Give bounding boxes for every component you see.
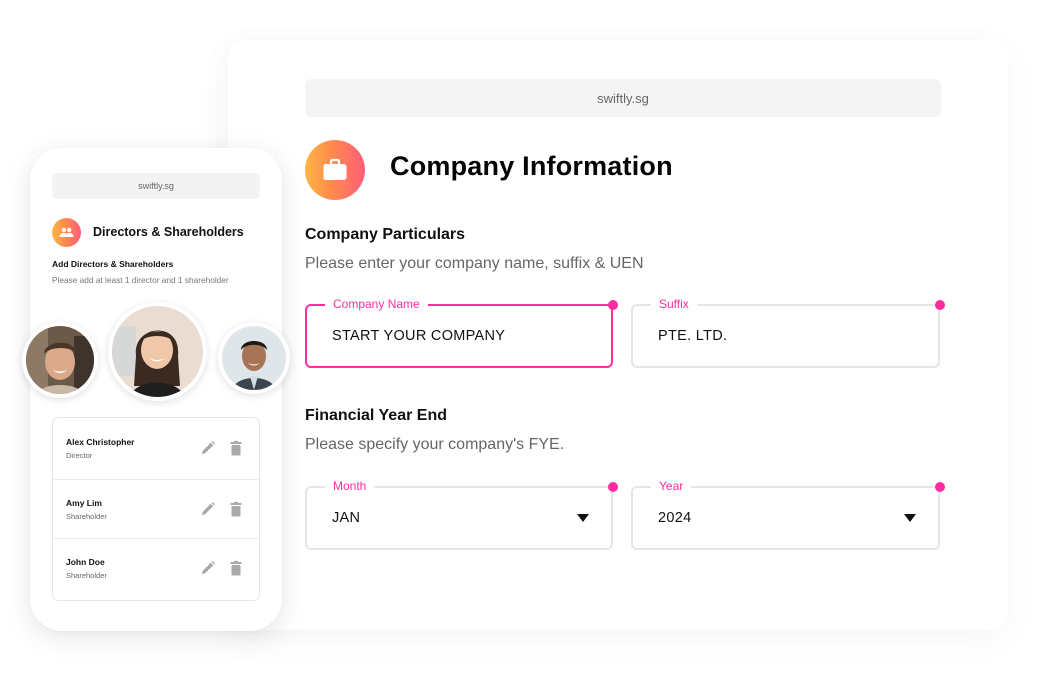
avatar[interactable] xyxy=(108,302,207,401)
edit-icon[interactable] xyxy=(200,560,216,576)
required-indicator xyxy=(608,300,618,310)
month-select[interactable]: Month JAN xyxy=(305,478,618,550)
delete-icon[interactable] xyxy=(228,501,244,517)
list-item[interactable]: Amy Lim Shareholder xyxy=(53,479,259,539)
person-name: John Doe xyxy=(66,557,105,567)
company-particulars-subtitle: Please enter your company name, suffix &… xyxy=(305,255,644,272)
month-label: Month xyxy=(325,478,375,494)
browser-url-bar[interactable]: swiftly.sg xyxy=(305,79,941,117)
phone-url-bar[interactable]: swiftly.sg xyxy=(52,173,260,199)
people-icon xyxy=(59,227,74,237)
month-value: JAN xyxy=(332,510,361,526)
year-value: 2024 xyxy=(658,510,692,526)
required-indicator xyxy=(935,482,945,492)
caret-down-icon[interactable] xyxy=(577,514,589,522)
suffix-value[interactable]: PTE. LTD. xyxy=(658,328,727,344)
edit-icon[interactable] xyxy=(200,440,216,456)
person-role: Director xyxy=(66,451,93,460)
phone-title: Directors & Shareholders xyxy=(93,225,244,239)
avatar-woman-smiling xyxy=(112,306,203,397)
page-title: Company Information xyxy=(390,151,673,181)
avatar[interactable] xyxy=(22,322,98,398)
company-name-field[interactable]: Company Name START YOUR COMPANY xyxy=(305,296,618,368)
fye-heading: Financial Year End xyxy=(305,407,447,424)
suffix-field[interactable]: Suffix PTE. LTD. xyxy=(631,296,945,368)
people-list: Alex Christopher Director Amy Lim Shareh… xyxy=(52,417,260,601)
briefcase-icon xyxy=(323,158,347,180)
avatar-man-glasses xyxy=(222,326,286,390)
person-name: Amy Lim xyxy=(66,498,102,508)
directors-badge xyxy=(52,218,81,247)
avatar-man-smiling xyxy=(26,326,94,394)
edit-icon[interactable] xyxy=(200,501,216,517)
required-indicator xyxy=(935,300,945,310)
row-divider xyxy=(53,538,259,539)
list-item[interactable]: John Doe Shareholder xyxy=(53,538,259,598)
year-select[interactable]: Year 2024 xyxy=(631,478,945,550)
caret-down-icon[interactable] xyxy=(904,514,916,522)
required-indicator xyxy=(608,482,618,492)
list-item[interactable]: Alex Christopher Director xyxy=(53,418,259,478)
person-name: Alex Christopher xyxy=(66,437,135,447)
company-name-label: Company Name xyxy=(325,296,428,312)
delete-icon[interactable] xyxy=(228,560,244,576)
company-info-badge xyxy=(305,140,365,200)
person-role: Shareholder xyxy=(66,512,107,521)
fye-subtitle: Please specify your company's FYE. xyxy=(305,436,565,453)
delete-icon[interactable] xyxy=(228,440,244,456)
company-name-value[interactable]: START YOUR COMPANY xyxy=(332,328,505,344)
year-label: Year xyxy=(651,478,692,494)
company-particulars-heading: Company Particulars xyxy=(305,226,466,243)
person-role: Shareholder xyxy=(66,571,107,580)
add-directors-description: Please add at least 1 director and 1 sha… xyxy=(52,275,229,285)
suffix-label: Suffix xyxy=(651,296,697,312)
url-text: swiftly.sg xyxy=(597,90,649,106)
phone-url-text: swiftly.sg xyxy=(138,181,174,191)
row-divider xyxy=(53,479,259,480)
add-directors-heading: Add Directors & Shareholders xyxy=(52,259,174,269)
avatar[interactable] xyxy=(218,322,290,394)
